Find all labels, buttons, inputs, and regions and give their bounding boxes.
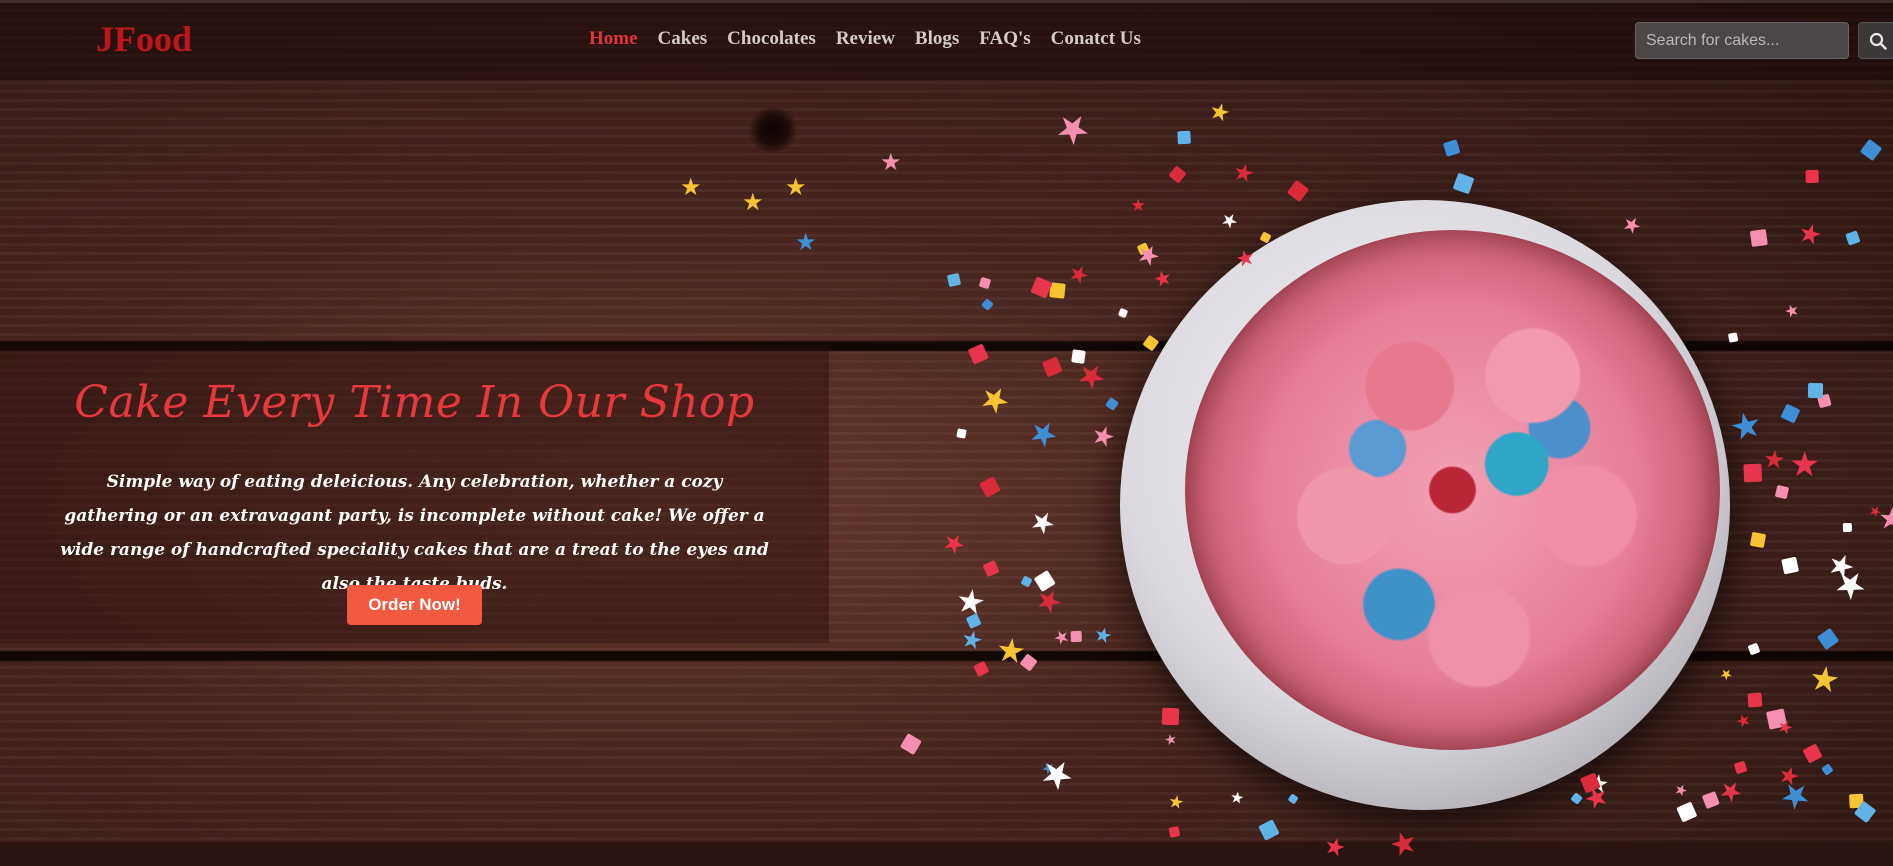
- sprinkle: ★: [880, 148, 902, 176]
- sprinkle: ★: [953, 580, 989, 624]
- sprinkle: ★: [1788, 445, 1821, 486]
- top-border: [0, 0, 1893, 3]
- sprinkle: [1070, 631, 1082, 643]
- sprinkle: ★: [1806, 657, 1843, 702]
- sprinkle: [1843, 522, 1853, 532]
- main-nav: Home Cakes Chocolates Review Blogs FAQ's…: [589, 28, 1141, 50]
- sprinkle: ★: [742, 188, 764, 216]
- hero-card: Cake Every Time In Our Shop Simple way o…: [0, 345, 829, 643]
- sprinkle: ★: [1320, 829, 1350, 864]
- sprinkle: [1162, 707, 1180, 725]
- nav-review[interactable]: Review: [836, 28, 895, 50]
- nav-cakes[interactable]: Cakes: [658, 28, 708, 50]
- sprinkle: ★: [680, 173, 702, 201]
- sprinkle: [1747, 692, 1763, 708]
- search-button[interactable]: [1858, 22, 1893, 59]
- order-now-button[interactable]: Order Now!: [347, 585, 482, 625]
- cake-image: [1185, 230, 1720, 750]
- sprinkle: [1749, 531, 1766, 549]
- sprinkle: ★: [785, 173, 807, 201]
- nav-chocolates[interactable]: Chocolates: [727, 28, 816, 50]
- sprinkle: [1727, 332, 1738, 343]
- nav-contact-us[interactable]: Conatct Us: [1051, 28, 1141, 50]
- navbar: JFood Home Cakes Chocolates Review Blogs…: [0, 0, 1893, 81]
- hero-title: Cake Every Time In Our Shop: [74, 377, 755, 428]
- logo[interactable]: JFood: [96, 18, 192, 60]
- search-input[interactable]: [1635, 22, 1849, 59]
- wood-knot: [748, 108, 798, 152]
- sprinkle: [1749, 229, 1768, 248]
- nav-blogs[interactable]: Blogs: [915, 28, 959, 50]
- sprinkle: ★: [795, 228, 817, 256]
- sprinkle: ★: [1130, 195, 1147, 216]
- sprinkle: [1806, 169, 1820, 183]
- sprinkle: [1177, 130, 1191, 144]
- hero-description: Simple way of eating deleicious. Any cel…: [60, 472, 769, 594]
- search-icon: [1869, 32, 1887, 50]
- sprinkle: [1807, 382, 1823, 399]
- sprinkle: ★: [1229, 786, 1247, 808]
- sprinkle: ★: [1761, 443, 1787, 475]
- nav-faqs[interactable]: FAQ's: [979, 28, 1030, 50]
- sprinkle: [1743, 463, 1763, 483]
- nav-home[interactable]: Home: [589, 28, 638, 50]
